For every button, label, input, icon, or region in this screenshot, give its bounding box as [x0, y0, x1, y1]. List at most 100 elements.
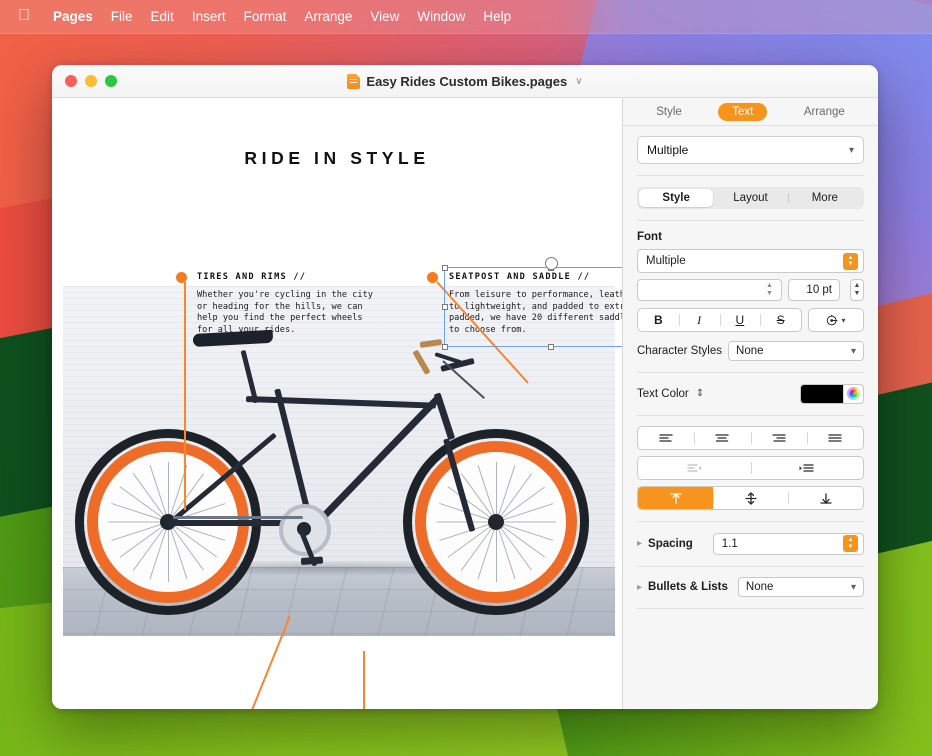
align-right-button[interactable]	[751, 427, 807, 449]
bullets-dropdown[interactable]: None ▾	[738, 577, 864, 597]
callout-dot-tires[interactable]	[176, 272, 187, 283]
color-wheel-button[interactable]	[843, 385, 863, 403]
text-box-selection[interactable]	[444, 267, 622, 347]
font-weight-stepper[interactable]: ▲▼	[763, 280, 776, 300]
spacing-label: Spacing	[648, 538, 693, 550]
align-bottom-button[interactable]	[788, 487, 863, 509]
italic-button[interactable]: I	[679, 309, 720, 331]
apple-menu-icon[interactable]: 	[18, 8, 30, 24]
leader-line-pedals	[363, 651, 365, 709]
spacing-value: 1.1	[722, 538, 843, 550]
font-size-stepper[interactable]: ▲▼	[850, 279, 864, 301]
align-left-button[interactable]	[638, 427, 694, 449]
align-top-button[interactable]	[638, 487, 713, 509]
inspector-content: Multiple ▾ Style Layout More Font Multip…	[623, 126, 878, 709]
divider	[637, 372, 864, 373]
indent-buttons	[637, 456, 864, 480]
font-family-field[interactable]: Multiple ▲▼	[637, 249, 864, 273]
character-styles-dropdown[interactable]: None ▾	[728, 341, 864, 361]
font-weight-field[interactable]: ▲▼	[637, 279, 782, 301]
divider	[637, 220, 864, 221]
tab-text[interactable]: Text	[718, 103, 767, 121]
chevron-right-icon[interactable]: ▸	[637, 582, 642, 593]
character-styles-row: Character Styles None ▾	[637, 341, 864, 361]
font-family-value: Multiple	[646, 255, 843, 267]
text-color-swatch[interactable]	[801, 385, 843, 403]
align-center-button[interactable]	[694, 427, 750, 449]
subtab-more[interactable]: More	[788, 189, 862, 207]
outdent-button[interactable]	[638, 457, 751, 479]
disclosure-arrows-icon[interactable]: ⇕	[696, 388, 704, 399]
text-color-label-group[interactable]: Text Color ⇕	[637, 388, 704, 400]
chevron-down-icon: ▾	[851, 582, 856, 593]
text-color-label: Text Color	[637, 388, 689, 400]
typeface-row: B I U S	[637, 308, 864, 332]
spacing-field[interactable]: 1.1 ▲▼	[713, 533, 864, 555]
maximize-button[interactable]	[105, 75, 117, 87]
menu-item-edit[interactable]: Edit	[142, 8, 183, 25]
window-titlebar[interactable]: Easy Rides Custom Bikes.pages ∨	[52, 65, 878, 98]
format-inspector: Style Text Arrange Multiple ▾ Style Layo…	[622, 98, 878, 709]
resize-handle-sw[interactable]	[442, 344, 448, 350]
menu-item-insert[interactable]: Insert	[183, 8, 235, 25]
font-size-value: 10 pt	[806, 284, 832, 296]
vertical-align-buttons	[637, 486, 864, 510]
desktop-wallpaper:  Pages File Edit Insert Format Arrange …	[0, 0, 932, 756]
indent-button[interactable]	[751, 457, 864, 479]
window-controls	[52, 75, 117, 87]
close-button[interactable]	[65, 75, 77, 87]
bold-button[interactable]: B	[638, 309, 679, 331]
menu-bar:  Pages File Edit Insert Format Arrange …	[0, 0, 932, 34]
align-justify-button[interactable]	[807, 427, 863, 449]
menu-item-arrange[interactable]: Arrange	[295, 8, 361, 25]
text-color-control[interactable]	[800, 384, 864, 404]
menu-item-window[interactable]: Window	[408, 8, 474, 25]
text-subtabs: Style Layout More	[637, 187, 864, 209]
gear-icon[interactable]: ▾	[809, 309, 863, 331]
menu-item-file[interactable]: File	[102, 8, 142, 25]
align-middle-button[interactable]	[713, 487, 788, 509]
strikethrough-button[interactable]: S	[760, 309, 801, 331]
font-size-field[interactable]: 10 pt	[788, 279, 840, 301]
window-title-group: Easy Rides Custom Bikes.pages ∨	[52, 74, 878, 89]
menu-item-help[interactable]: Help	[474, 8, 520, 25]
menu-item-pages[interactable]: Pages	[44, 8, 102, 25]
typeface-buttons: B I U S	[637, 308, 802, 332]
chevron-down-icon: ▾	[849, 145, 854, 156]
callout-dot-seatpost[interactable]	[427, 272, 438, 283]
underline-glyph: U	[736, 313, 745, 327]
paragraph-style-dropdown[interactable]: Multiple ▾	[637, 136, 864, 164]
minimize-button[interactable]	[85, 75, 97, 87]
tab-style[interactable]: Style	[642, 103, 696, 121]
character-styles-label: Character Styles	[637, 345, 722, 357]
inspector-tabs: Style Text Arrange	[623, 98, 878, 126]
resize-handle-s[interactable]	[548, 344, 554, 350]
menu-item-format[interactable]: Format	[235, 8, 296, 25]
document-page: RIDE IN STYLE	[52, 98, 622, 709]
subtab-style[interactable]: Style	[639, 189, 713, 207]
font-section-label: Font	[637, 231, 864, 243]
chevron-down-icon[interactable]: ∨	[575, 76, 582, 87]
text-options-menu[interactable]: ▾	[808, 308, 864, 332]
strikethrough-glyph: S	[777, 313, 785, 327]
leader-line-tires	[184, 282, 186, 510]
resize-handle-w[interactable]	[442, 304, 448, 310]
divider	[637, 566, 864, 567]
rotation-handle[interactable]	[545, 257, 558, 270]
document-canvas[interactable]: RIDE IN STYLE	[52, 98, 622, 709]
menu-item-view[interactable]: View	[361, 8, 408, 25]
callout-body-tires: Whether you're cycling in the city or he…	[197, 290, 437, 336]
pages-document-icon	[347, 74, 360, 89]
spacing-stepper[interactable]: ▲▼	[843, 535, 858, 552]
bold-glyph: B	[654, 313, 663, 327]
callout-title-tires: TIRES AND RIMS //	[197, 272, 306, 282]
resize-handle-nw[interactable]	[442, 265, 448, 271]
font-family-stepper[interactable]: ▲▼	[843, 253, 858, 270]
divider	[637, 415, 864, 416]
tab-arrange[interactable]: Arrange	[790, 103, 859, 121]
divider	[637, 521, 864, 522]
underline-button[interactable]: U	[720, 309, 761, 331]
chevron-right-icon[interactable]: ▸	[637, 538, 642, 549]
character-styles-value: None	[736, 345, 764, 357]
subtab-layout[interactable]: Layout	[713, 189, 787, 207]
